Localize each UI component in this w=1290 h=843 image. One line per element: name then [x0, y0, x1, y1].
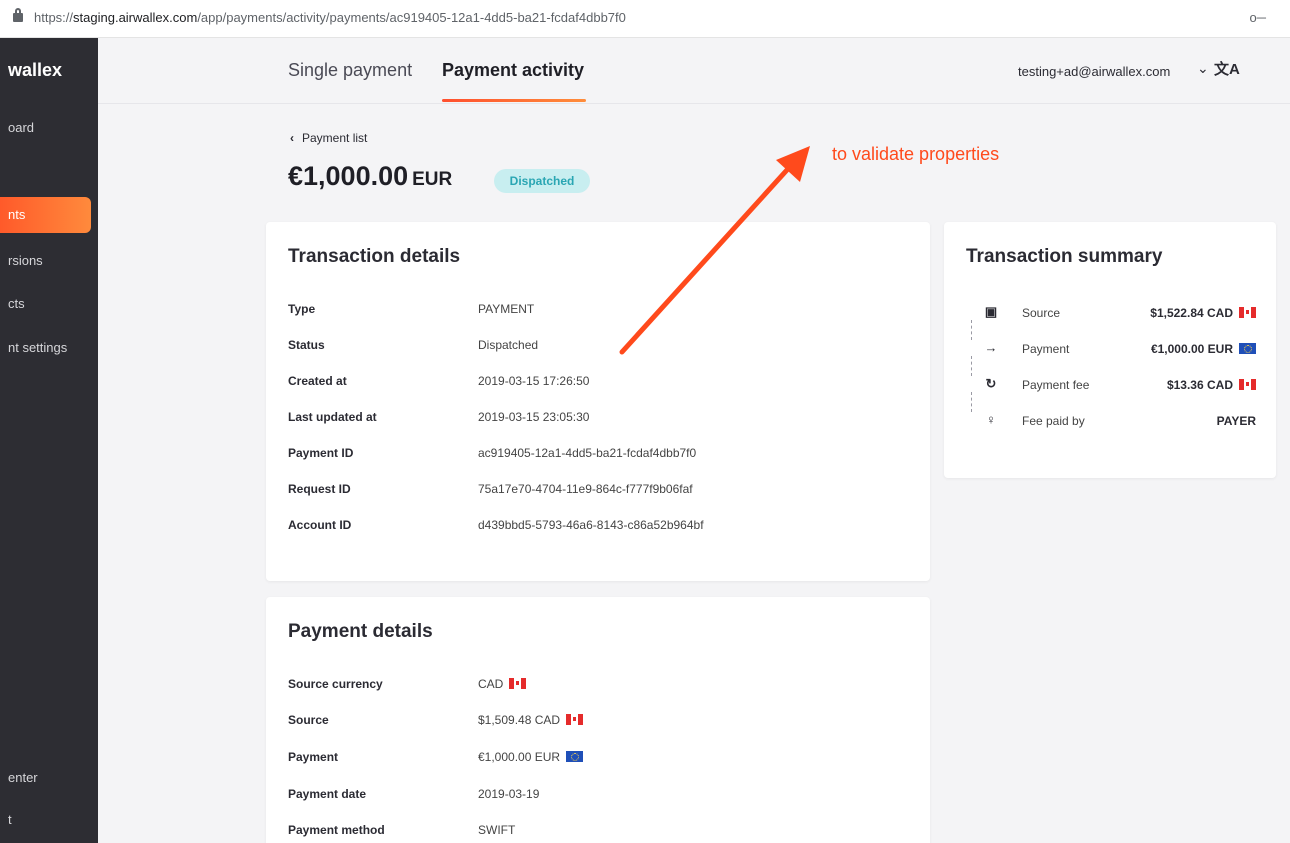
detail-value-text: €1,000.00 EUR: [478, 750, 561, 764]
url-host: staging.airwallex.com: [73, 10, 198, 25]
detail-label: Created at: [288, 374, 347, 388]
active-tab-indicator: [442, 99, 586, 102]
language-icon[interactable]: 文A: [1214, 58, 1240, 79]
sidebar-item-contacts[interactable]: cts: [8, 296, 25, 311]
sidebar-item-payments[interactable]: nts: [0, 197, 91, 233]
payment-amount: €1,000.00 EUR: [288, 161, 452, 192]
sidebar-item-label: nts: [8, 207, 26, 222]
detail-label: Request ID: [288, 482, 351, 496]
sidebar-item-help-center[interactable]: enter: [8, 770, 38, 785]
detail-label: Payment date: [288, 787, 367, 801]
detail-value: Dispatched: [478, 338, 539, 352]
annotation-text: to validate properties: [832, 144, 1000, 164]
summary-value-text: $1,522.84 CAD: [1150, 306, 1233, 320]
canada-flag-icon: [566, 714, 584, 725]
amount-currency: EUR: [412, 169, 453, 190]
annotation-arrow: [619, 146, 810, 355]
detail-label: Account ID: [288, 518, 352, 532]
back-to-payment-list-link[interactable]: ‹ Payment list: [290, 131, 367, 145]
sidebar-item-account-settings[interactable]: nt settings: [8, 340, 67, 355]
status-badge: Dispatched: [494, 169, 590, 193]
back-link-label: Payment list: [302, 131, 368, 145]
canada-flag-icon: [1239, 307, 1256, 318]
summary-label: Source: [1022, 306, 1061, 320]
summary-value: $1,522.84 CAD: [1150, 306, 1256, 320]
sidebar-item-logout[interactable]: t: [8, 812, 12, 827]
brand-logo[interactable]: wallex: [8, 60, 62, 81]
key-icon[interactable]: o─: [1250, 10, 1266, 25]
detail-value: 2019-03-19: [478, 787, 540, 801]
detail-value: PAYMENT: [478, 302, 535, 316]
detail-label: Payment method: [288, 823, 385, 837]
card-title: Transaction summary: [966, 246, 1163, 267]
payment-details-card: Payment details Source currency CAD Sour…: [266, 597, 930, 843]
sidebar-item-conversions[interactable]: rsions: [8, 253, 43, 268]
summary-row-payment: → Payment €1,000.00 EUR: [964, 340, 1256, 362]
canada-flag-icon: [1239, 379, 1256, 390]
eu-flag-icon: [566, 751, 584, 762]
summary-label: Fee paid by: [1022, 414, 1085, 428]
detail-value: $1,509.48 CAD: [478, 713, 584, 727]
canada-flag-icon: [509, 678, 527, 689]
tab-payment-activity[interactable]: Payment activity: [442, 60, 584, 81]
detail-value[interactable]: 75a17e70-4704-11e9-864c-f777f9b06faf: [478, 482, 693, 496]
detail-value: CAD: [478, 677, 527, 691]
detail-label: Status: [288, 338, 325, 352]
summary-label: Payment: [1022, 342, 1070, 356]
summary-value: PAYER: [1216, 414, 1256, 428]
eu-flag-icon: [1239, 343, 1256, 354]
top-header: Single payment Payment activity testing+…: [98, 38, 1290, 104]
detail-value-text: CAD: [478, 677, 504, 691]
browser-url-bar[interactable]: https://staging.airwallex.com/app/paymen…: [0, 0, 1290, 38]
detail-label: Source currency: [288, 677, 383, 691]
detail-value: €1,000.00 EUR: [478, 750, 584, 764]
summary-value-text: $13.36 CAD: [1166, 378, 1233, 392]
card-title: Transaction details: [288, 246, 461, 267]
summary-value: $13.36 CAD: [1167, 378, 1256, 392]
detail-value: SWIFT: [478, 823, 516, 837]
sidebar-item-dashboard[interactable]: oard: [8, 120, 34, 135]
url-path: /app/payments/activity/payments/ac919405…: [197, 10, 626, 25]
user-email[interactable]: testing+ad@airwallex.com: [1018, 64, 1170, 79]
summary-row-source: ▣ Source $1,522.84 CAD: [964, 304, 1256, 326]
detail-value[interactable]: ac919405-12a1-4dd5-ba21-fcdaf4dbb7f0: [478, 446, 696, 460]
arrow-right-icon: →: [984, 340, 998, 355]
chevron-down-icon[interactable]: ⌄: [1197, 60, 1209, 77]
refresh-icon: ↻: [985, 376, 997, 391]
summary-value: €1,000.00 EUR: [1151, 342, 1256, 356]
detail-value: 2019-03-15 17:26:50: [478, 374, 590, 388]
card-title: Payment details: [288, 621, 433, 642]
tab-single-payment[interactable]: Single payment: [288, 60, 412, 81]
detail-value[interactable]: d439bbd5-5793-46a6-8143-c86a52b964bf: [478, 518, 704, 532]
transaction-summary-card: Transaction summary ▣ Source $1,522.84 C…: [944, 222, 1276, 478]
sidebar: wallex oard nts rsions cts nt settings e…: [0, 38, 98, 843]
detail-value: 2019-03-15 23:05:30: [478, 410, 590, 424]
detail-label: Type: [288, 302, 316, 316]
detail-value-text: $1,509.48 CAD: [478, 713, 561, 727]
summary-value-text: €1,000.00 EUR: [1150, 342, 1233, 356]
summary-label: Payment fee: [1022, 378, 1090, 392]
detail-label: Payment: [288, 750, 339, 764]
summary-row-fee-paid-by: ♀ Fee paid by PAYER: [964, 412, 1256, 434]
chevron-left-icon: ‹: [290, 131, 294, 145]
cash-icon: ▣: [984, 304, 998, 319]
lock-icon: [13, 8, 23, 22]
summary-row-payment-fee: ↻ Payment fee $13.36 CAD: [964, 376, 1256, 398]
transaction-details-card: Transaction details Type PAYMENT Status …: [266, 222, 930, 581]
detail-label: Source: [288, 713, 329, 727]
url-text[interactable]: https://staging.airwallex.com/app/paymen…: [34, 10, 626, 25]
url-scheme: https://: [34, 10, 74, 25]
detail-label: Payment ID: [288, 446, 354, 460]
detail-label: Last updated at: [288, 410, 377, 424]
user-icon: ♀: [986, 412, 996, 427]
amount-value: €1,000.00: [288, 161, 409, 191]
